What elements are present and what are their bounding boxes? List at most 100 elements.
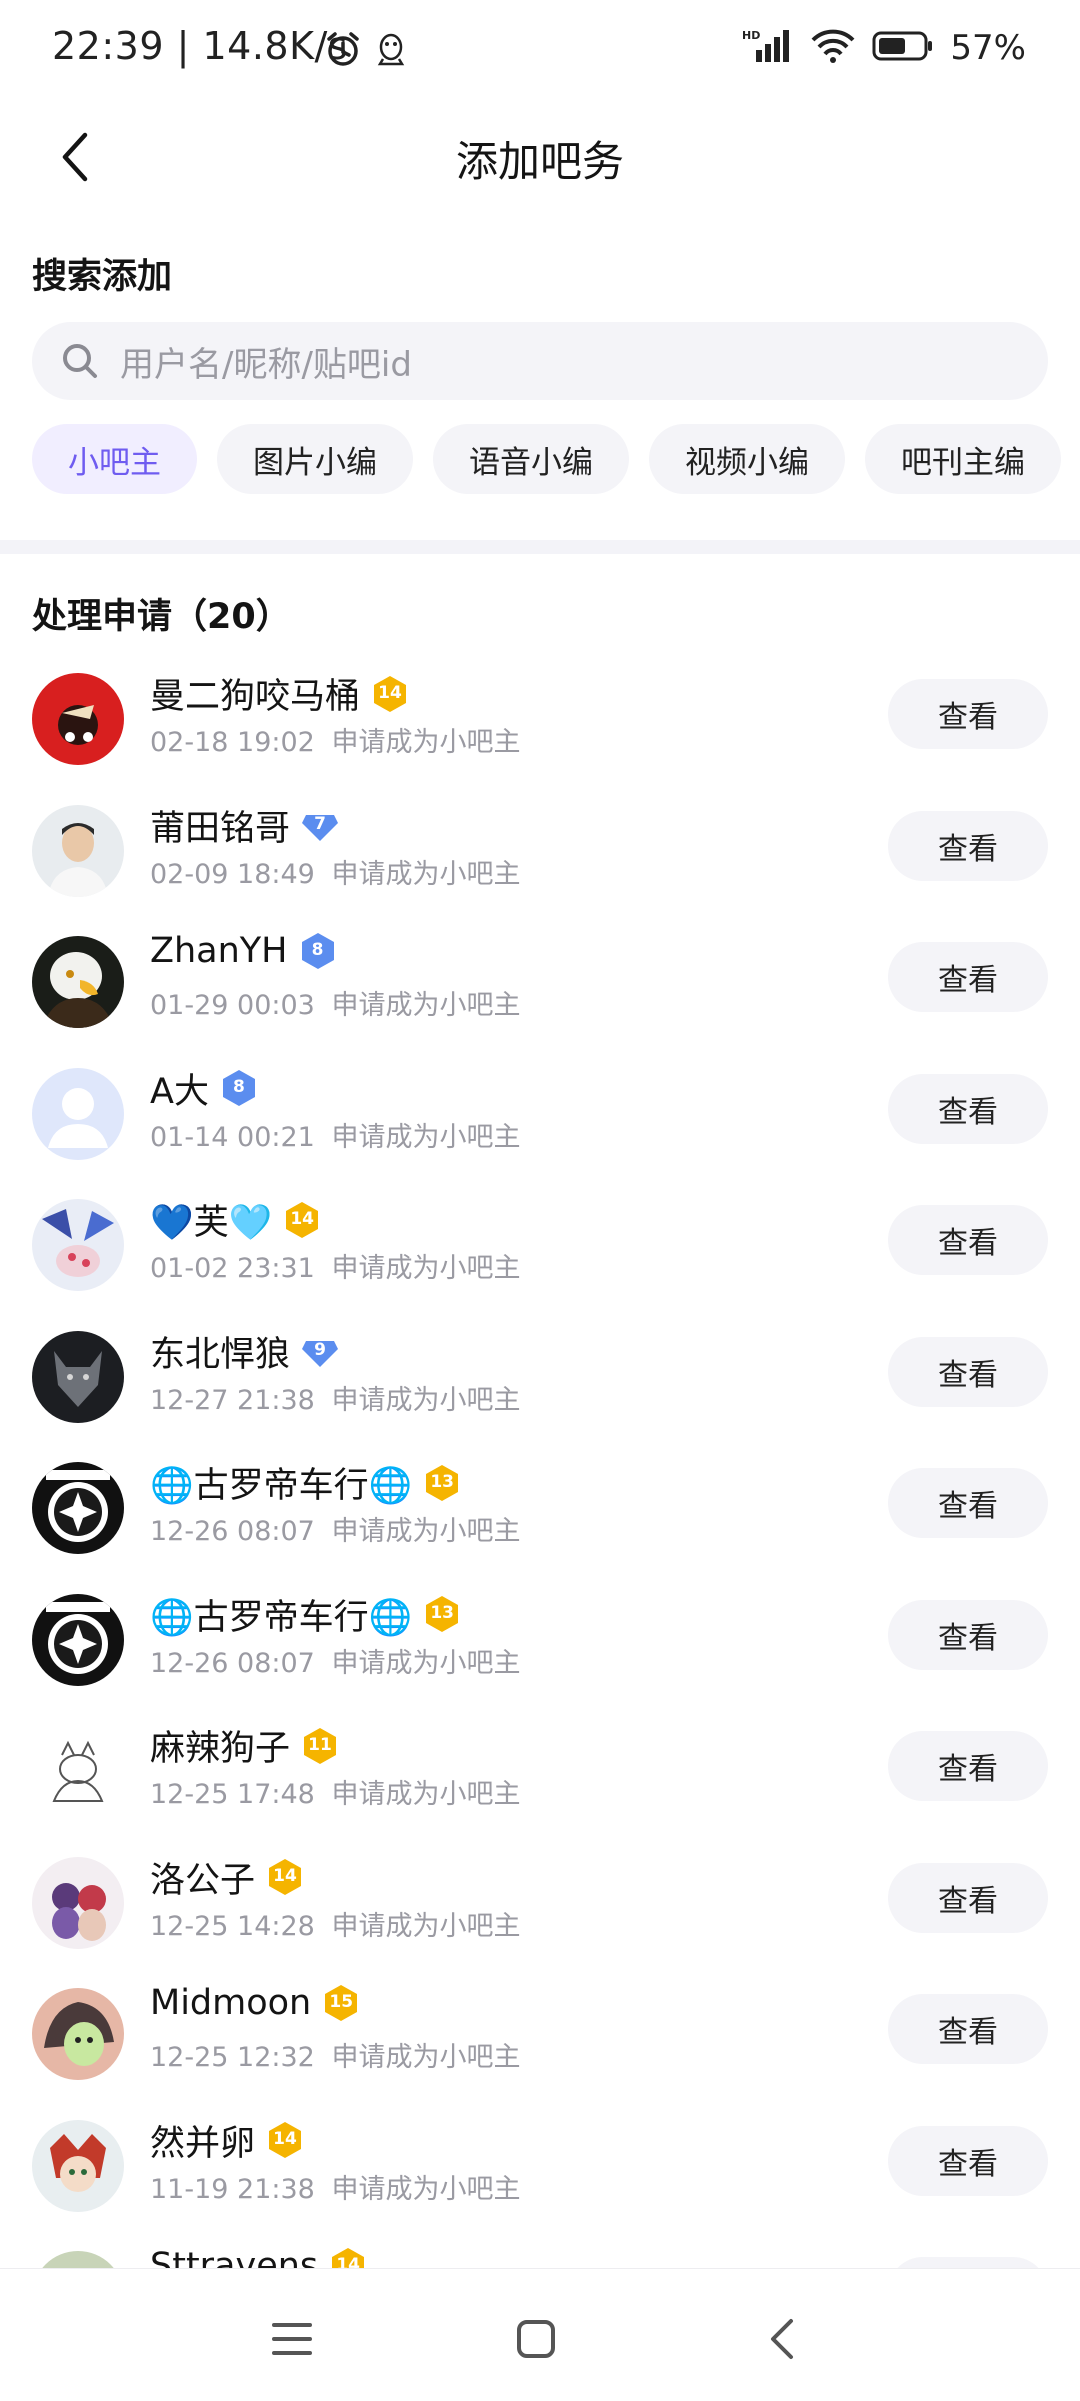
menu-button[interactable] <box>262 2309 322 2369</box>
chip-xiaobazhu[interactable]: 小吧主 <box>32 424 197 494</box>
chip-video-editor[interactable]: 视频小编 <box>649 424 845 494</box>
level-badge: 15 <box>321 1983 361 2023</box>
search-input[interactable]: 用户名/昵称/贴吧id <box>32 322 1048 400</box>
search-icon <box>60 341 100 381</box>
avatar <box>32 1199 124 1291</box>
list-item[interactable]: A大 8 01-14 00:21 申请成为小吧主 查看 <box>0 1045 1080 1177</box>
home-square-icon <box>517 2320 555 2358</box>
list-item[interactable]: 莆田铭哥 7 02-09 18:49 申请成为小吧主 查看 <box>0 782 1080 914</box>
view-button[interactable]: 查看 <box>888 1994 1048 2064</box>
battery-percent: 57% <box>950 28 1026 68</box>
user-name: Midmoon <box>150 1983 312 2023</box>
list-item[interactable]: 麻辣狗子 11 12-25 17:48 申请成为小吧主 查看 <box>0 1702 1080 1834</box>
status-time-speed: 22:39 | 14.8K/s <box>52 24 349 68</box>
level-badge: 8 <box>298 931 338 971</box>
system-nav-bar <box>0 2268 1080 2401</box>
user-name: ZhanYH <box>150 931 288 971</box>
user-name: 💙芙🩵 <box>150 1203 273 1243</box>
chip-journal-editor[interactable]: 吧刊主编 <box>865 424 1061 494</box>
avatar <box>32 1067 124 1160</box>
list-item[interactable]: ZhanYH 8 01-29 00:03 申请成为小吧主 查看 <box>0 913 1080 1045</box>
level-badge: 11 <box>300 1726 340 1766</box>
list-item[interactable]: Midmoon 15 12-25 12:32 申请成为小吧主 查看 <box>0 1965 1080 2097</box>
avatar <box>32 1462 124 1554</box>
user-name: 莆田铭哥 <box>150 808 291 849</box>
role-chips: 小吧主 图片小编 语音小编 视频小编 吧刊主编 <box>32 424 1061 494</box>
view-button[interactable]: 查看 <box>888 1599 1048 1670</box>
requests-section-title: 处理申请（20） <box>32 597 291 637</box>
request-meta: 12-25 17:48 申请成为小吧主 <box>150 1779 521 1810</box>
user-name: 然并卵 <box>150 2123 256 2164</box>
avatar <box>32 2119 124 2212</box>
avatar <box>32 673 124 765</box>
list-item[interactable]: Sttravens 14 查看 <box>0 2228 1080 2270</box>
back-triangle-icon <box>771 2319 793 2359</box>
request-meta: 01-02 23:31 申请成为小吧主 <box>150 1253 521 1284</box>
avatar <box>32 804 124 897</box>
request-meta: 01-29 00:03 申请成为小吧主 <box>150 990 521 1021</box>
view-button[interactable]: 查看 <box>888 1731 1048 1801</box>
search-placeholder: 用户名/昵称/贴吧id <box>120 344 412 385</box>
list-item[interactable]: 东北悍狼 9 12-27 21:38 申请成为小吧主 查看 <box>0 1308 1080 1440</box>
user-name: 🌐古罗帝车行🌐 <box>150 1597 413 1638</box>
battery-icon <box>872 30 934 66</box>
section-divider <box>0 540 1080 554</box>
list-item[interactable]: 然并卵 14 11-19 21:38 申请成为小吧主 查看 <box>0 2097 1080 2229</box>
request-meta: 02-18 19:02 申请成为小吧主 <box>150 727 521 758</box>
svg-text:HD: HD <box>742 29 760 42</box>
list-item[interactable]: 🌐古罗帝车行🌐 13 12-26 08:07 申请成为小吧主 查看 <box>0 1439 1080 1571</box>
request-meta: 12-25 12:32 申请成为小吧主 <box>150 2042 521 2073</box>
level-badge: 14 <box>265 1857 305 1897</box>
chip-image-editor[interactable]: 图片小编 <box>217 424 413 494</box>
level-badge: 8 <box>219 1068 259 1108</box>
request-meta: 01-14 00:21 申请成为小吧主 <box>150 1121 521 1153</box>
avatar <box>32 1856 124 1949</box>
qq-icon <box>376 32 406 70</box>
user-name: 麻辣狗子 <box>150 1729 291 1769</box>
system-back-button[interactable] <box>752 2309 812 2369</box>
level-badge: 14 <box>328 2246 368 2270</box>
view-button[interactable]: 查看 <box>888 1336 1048 1407</box>
request-meta: 12-25 14:28 申请成为小吧主 <box>150 1910 521 1942</box>
list-item[interactable]: 💙芙🩵 14 01-02 23:31 申请成为小吧主 查看 <box>0 1176 1080 1308</box>
user-name: Sttravens <box>150 2246 319 2270</box>
status-bar: 22:39 | 14.8K/s HD 57% <box>0 0 1080 96</box>
level-badge: 7 <box>300 805 340 845</box>
level-badge: 14 <box>370 674 410 714</box>
view-button[interactable]: 查看 <box>888 810 1048 881</box>
page-title: 添加吧务 <box>455 137 624 186</box>
view-button[interactable]: 查看 <box>888 1073 1048 1144</box>
user-name: 曼二狗咬马桶 <box>150 677 361 717</box>
view-button[interactable]: 查看 <box>888 1468 1048 1538</box>
list-item[interactable]: 曼二狗咬马桶 14 02-18 19:02 申请成为小吧主 查看 <box>0 650 1080 782</box>
request-meta: 11-19 21:38 申请成为小吧主 <box>150 2173 521 2205</box>
user-name: 东北悍狼 <box>150 1334 291 1375</box>
request-meta: 12-26 08:07 申请成为小吧主 <box>150 1516 521 1547</box>
level-badge: 14 <box>265 2120 305 2160</box>
signal-icon: HD <box>742 28 794 68</box>
menu-icon <box>272 2323 312 2355</box>
list-item[interactable]: 🌐古罗帝车行🌐 13 12-26 08:07 申请成为小吧主 查看 <box>0 1571 1080 1703</box>
view-button[interactable]: 查看 <box>888 942 1048 1012</box>
alarm-icon <box>324 30 362 72</box>
avatar <box>32 1593 124 1686</box>
home-button[interactable] <box>506 2309 566 2369</box>
level-badge: 9 <box>300 1331 340 1371</box>
view-button[interactable]: 查看 <box>888 679 1048 749</box>
view-button[interactable]: 查看 <box>888 1205 1048 1275</box>
request-meta: 12-27 21:38 申请成为小吧主 <box>150 1384 521 1416</box>
level-badge: 13 <box>422 1463 462 1503</box>
view-button[interactable]: 查看 <box>888 1862 1048 1933</box>
avatar <box>32 1725 124 1817</box>
request-meta: 02-09 18:49 申请成为小吧主 <box>150 858 521 890</box>
avatar <box>32 1988 124 2080</box>
user-name: 🌐古罗帝车行🌐 <box>150 1466 413 1506</box>
chip-voice-editor[interactable]: 语音小编 <box>433 424 629 494</box>
view-button[interactable]: 查看 <box>888 2125 1048 2196</box>
avatar <box>32 1330 124 1423</box>
list-item[interactable]: 洛公子 14 12-25 14:28 申请成为小吧主 查看 <box>0 1834 1080 1966</box>
wifi-icon <box>810 28 856 68</box>
level-badge: 14 <box>282 1200 322 1240</box>
user-name: A大 <box>150 1071 209 1112</box>
avatar <box>32 936 124 1028</box>
